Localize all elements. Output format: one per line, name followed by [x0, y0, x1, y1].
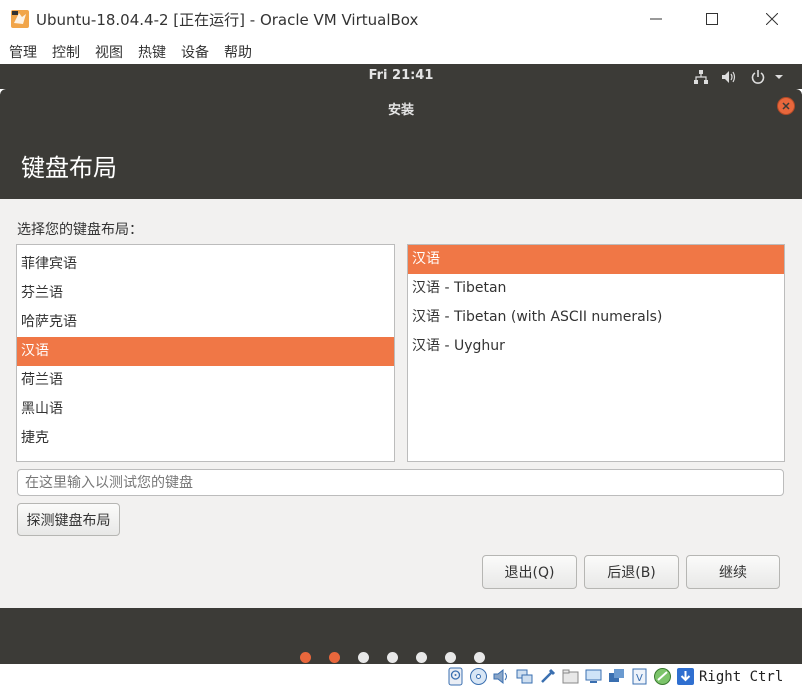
progress-dot	[474, 652, 485, 663]
installer-header: 键盘布局	[0, 123, 802, 199]
progress-dot	[358, 652, 369, 663]
menu-item-control[interactable]: 控制	[52, 38, 80, 64]
panel-clock[interactable]: Fri 21:41	[0, 68, 802, 83]
page-title: 键盘布局	[21, 154, 117, 182]
vbox-titlebar: Ubuntu-18.04.4-2 [正在运行] - Oracle VM Virt…	[0, 0, 802, 38]
close-icon	[766, 13, 778, 25]
virtualization-icon[interactable]: V	[630, 667, 649, 686]
list-item[interactable]: 汉语 - Uyghur	[408, 332, 784, 361]
audio-icon[interactable]	[492, 667, 511, 686]
power-icon[interactable]	[750, 68, 766, 85]
keyboard-variant-list[interactable]: 汉语 汉语 - Tibetan 汉语 - Tibetan (with ASCII…	[407, 244, 785, 462]
progress-indicator	[300, 652, 503, 663]
installer-title: 安装	[387, 103, 414, 118]
list-item[interactable]: 捷克	[17, 424, 394, 453]
progress-dot	[387, 652, 398, 663]
mouse-integration-icon[interactable]	[653, 667, 672, 686]
vbox-statusbar: V Right Ctrl	[0, 664, 802, 690]
installer-close-button[interactable]	[777, 97, 795, 115]
menu-item-hotkey[interactable]: 热键	[138, 38, 166, 64]
minimize-icon	[650, 18, 662, 20]
menu-bar: 管理 控制 视图 热键 设备 帮助	[0, 38, 802, 64]
continue-button[interactable]: 继续	[686, 555, 780, 589]
hard-disk-icon[interactable]	[446, 667, 465, 686]
list-item[interactable]: 芬兰语	[17, 279, 394, 308]
svg-text:V: V	[636, 673, 643, 684]
menu-item-help[interactable]: 帮助	[224, 38, 252, 64]
list-item[interactable]: 菲律宾语	[17, 250, 394, 279]
window-title: Ubuntu-18.04.4-2 [正在运行] - Oracle VM Virt…	[36, 11, 419, 29]
shared-folder-icon[interactable]	[561, 667, 580, 686]
progress-dot-completed	[300, 652, 311, 663]
quit-button[interactable]: 退出(Q)	[482, 555, 577, 589]
network-adapter-icon[interactable]	[515, 667, 534, 686]
detect-layout-button[interactable]: 探测键盘布局	[17, 503, 120, 536]
display-icon[interactable]	[584, 667, 603, 686]
keyboard-language-list[interactable]: 菲律宾语 芬兰语 哈萨克语 汉语 荷兰语 黑山语 捷克	[16, 244, 395, 462]
menu-item-view[interactable]: 视图	[95, 38, 123, 64]
usb-icon[interactable]	[538, 667, 557, 686]
video-capture-icon[interactable]	[607, 667, 626, 686]
keyboard-test-input[interactable]	[17, 469, 784, 496]
list-item[interactable]: 哈萨克语	[17, 308, 394, 337]
installer-footer	[0, 608, 802, 664]
list-item-selected[interactable]: 汉语	[17, 337, 394, 366]
list-item[interactable]: 荷兰语	[17, 366, 394, 395]
maximize-icon	[706, 13, 718, 25]
progress-dot	[416, 652, 427, 663]
installer-titlebar: 安装	[0, 89, 802, 123]
minimize-button[interactable]	[633, 0, 679, 38]
progress-dot-completed	[329, 652, 340, 663]
back-button[interactable]: 后退(B)	[584, 555, 679, 589]
maximize-button[interactable]	[689, 0, 735, 38]
network-icon[interactable]	[693, 68, 709, 85]
installer-window: 安装 键盘布局 选择您的键盘布局： 菲律宾语 芬兰语 哈萨克语 汉语 荷兰语 黑…	[0, 89, 802, 664]
list-item-selected[interactable]: 汉语	[408, 245, 784, 274]
list-item[interactable]: 汉语 - Tibetan	[408, 274, 784, 303]
list-item[interactable]: 黑山语	[17, 395, 394, 424]
menu-item-devices[interactable]: 设备	[181, 38, 209, 64]
list-item[interactable]: 汉语 - Tibetan (with ASCII numerals)	[408, 303, 784, 332]
volume-icon[interactable]	[721, 68, 737, 85]
virtualbox-app-icon	[10, 9, 30, 29]
close-icon	[782, 102, 790, 110]
keyboard-capture-icon[interactable]	[676, 667, 695, 686]
layout-prompt-label: 选择您的键盘布局：	[17, 222, 143, 238]
host-key-label: Right Ctrl	[699, 669, 784, 685]
close-button[interactable]	[749, 0, 795, 38]
menu-item-manage[interactable]: 管理	[9, 38, 37, 64]
progress-dot	[445, 652, 456, 663]
ubuntu-top-panel: Fri 21:41	[0, 64, 802, 89]
chevron-down-icon[interactable]	[774, 68, 784, 85]
optical-drive-icon[interactable]	[469, 667, 488, 686]
